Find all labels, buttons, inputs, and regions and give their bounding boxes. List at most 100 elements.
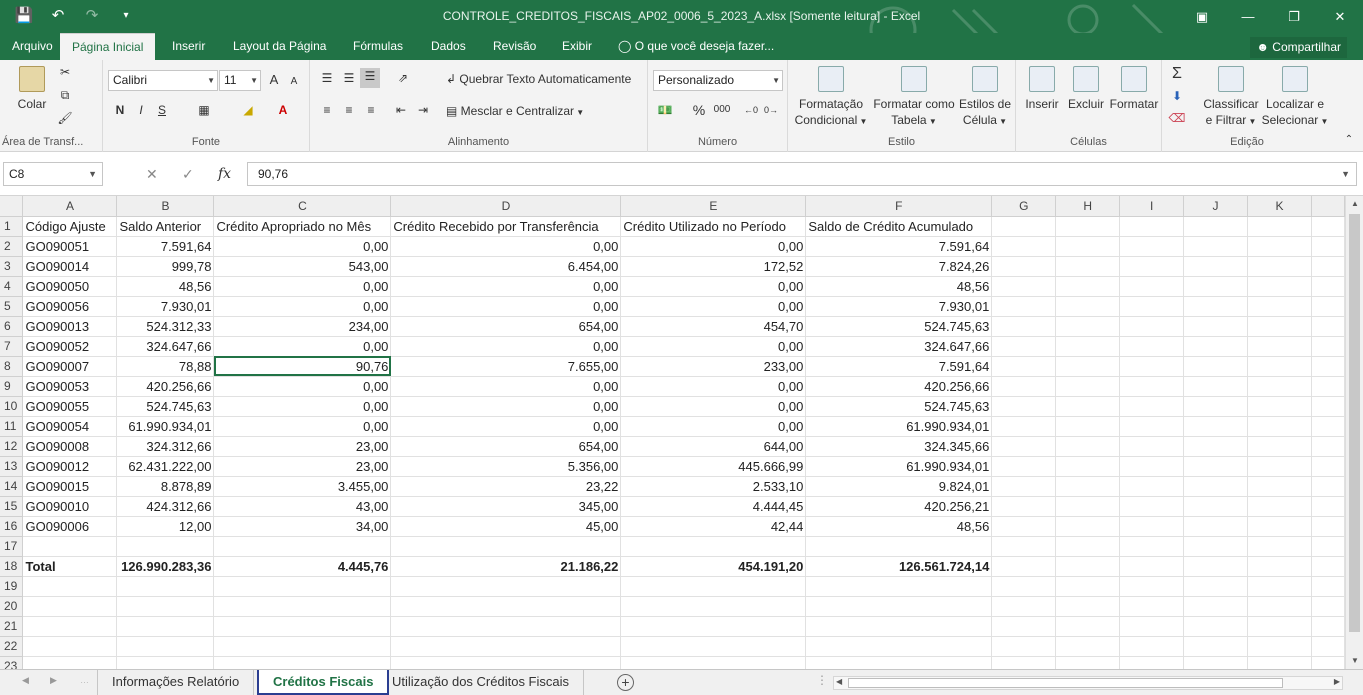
cell[interactable] bbox=[1119, 536, 1185, 557]
align-center-icon[interactable]: ≡ bbox=[340, 102, 358, 118]
next-sheet-icon[interactable]: ▶ bbox=[50, 675, 57, 686]
cell[interactable] bbox=[1247, 556, 1312, 577]
increase-decimal-icon[interactable]: ←0 bbox=[742, 102, 760, 118]
cell[interactable]: 4.445,76 bbox=[213, 556, 392, 577]
cell[interactable]: Saldo de Crédito Acumulado bbox=[805, 216, 993, 237]
cell[interactable] bbox=[22, 636, 118, 657]
decrease-decimal-icon[interactable]: 0→ bbox=[762, 102, 780, 118]
cell[interactable]: 0,00 bbox=[620, 236, 807, 257]
vertical-scrollbar[interactable]: ▲ ▼ bbox=[1345, 196, 1363, 669]
cell[interactable]: 644,00 bbox=[620, 436, 807, 457]
column-header[interactable]: A bbox=[22, 196, 118, 217]
cell[interactable]: 0,00 bbox=[390, 396, 622, 417]
cell[interactable] bbox=[991, 316, 1057, 337]
cell[interactable] bbox=[22, 656, 118, 669]
worksheet-grid[interactable]: A B C D E F G H I J K 1 Código Ajuste Sald… bbox=[0, 196, 1345, 669]
sheet-tab-informacoes[interactable]: Informações Relatório bbox=[97, 670, 255, 695]
cell[interactable]: Código Ajuste bbox=[22, 216, 118, 237]
cell[interactable]: 445.666,99 bbox=[620, 456, 807, 477]
cell[interactable]: 0,00 bbox=[390, 296, 622, 317]
cell[interactable] bbox=[1055, 536, 1121, 557]
cell[interactable]: 524.745,63 bbox=[116, 396, 215, 417]
cell[interactable] bbox=[991, 616, 1057, 637]
cell[interactable]: 7.655,00 bbox=[390, 356, 622, 377]
find-select-button[interactable]: Localizar e Selecionar ▼ bbox=[1260, 66, 1330, 130]
cell[interactable] bbox=[213, 536, 392, 557]
cell[interactable] bbox=[1183, 436, 1249, 457]
cell[interactable]: GO090007 bbox=[22, 356, 118, 377]
share-button[interactable]: ☻ Compartilhar bbox=[1250, 37, 1347, 58]
cell[interactable] bbox=[1247, 296, 1312, 317]
cell[interactable] bbox=[390, 636, 622, 657]
prev-sheet-icon[interactable]: ◀ bbox=[22, 675, 29, 686]
row-header[interactable]: 3 bbox=[0, 256, 24, 277]
row-header[interactable]: 10 bbox=[0, 396, 24, 417]
cell[interactable]: 0,00 bbox=[213, 396, 392, 417]
scroll-down-icon[interactable]: ▼ bbox=[1346, 653, 1363, 669]
cell[interactable]: 48,56 bbox=[805, 276, 993, 297]
row-header[interactable]: 2 bbox=[0, 236, 24, 257]
cell[interactable] bbox=[1055, 656, 1121, 669]
merge-center-button[interactable]: ▤ Mesclar e Centralizar ▼ bbox=[446, 104, 584, 118]
cell[interactable] bbox=[1311, 316, 1345, 337]
column-header[interactable]: J bbox=[1183, 196, 1249, 217]
font-color-icon[interactable]: A bbox=[274, 102, 292, 118]
cell[interactable] bbox=[1183, 216, 1249, 237]
cell[interactable] bbox=[1119, 276, 1185, 297]
cell[interactable]: 5.356,00 bbox=[390, 456, 622, 477]
cell[interactable] bbox=[1247, 336, 1312, 357]
cell[interactable]: 61.990.934,01 bbox=[805, 416, 993, 437]
cell[interactable] bbox=[1247, 256, 1312, 277]
select-all-corner[interactable] bbox=[0, 196, 24, 217]
bold-button[interactable]: N bbox=[111, 102, 129, 118]
row-header[interactable]: 12 bbox=[0, 436, 24, 457]
horizontal-scrollbar[interactable]: ◀ ▶ bbox=[833, 676, 1343, 690]
cell[interactable] bbox=[1247, 216, 1312, 237]
cell[interactable] bbox=[1247, 636, 1312, 657]
cell[interactable]: 654,00 bbox=[390, 316, 622, 337]
cell[interactable] bbox=[991, 436, 1057, 457]
delete-cells-button[interactable]: Excluir bbox=[1064, 66, 1108, 112]
cell[interactable] bbox=[1247, 516, 1312, 537]
cell[interactable] bbox=[1055, 376, 1121, 397]
cell[interactable]: 8.878,89 bbox=[116, 476, 215, 497]
cell[interactable]: 454,70 bbox=[620, 316, 807, 337]
row-header[interactable]: 1 bbox=[0, 216, 24, 237]
align-bottom-icon[interactable]: ☰ bbox=[360, 68, 380, 88]
cell[interactable]: 524.745,63 bbox=[805, 396, 993, 417]
cell[interactable] bbox=[1247, 376, 1312, 397]
scroll-left-icon[interactable]: ◀ bbox=[836, 677, 842, 686]
horizontal-scroll-thumb[interactable] bbox=[848, 678, 1283, 688]
format-as-table-button[interactable]: Formatar como Tabela ▼ bbox=[870, 66, 958, 130]
cell[interactable]: GO090054 bbox=[22, 416, 118, 437]
cell[interactable] bbox=[1183, 496, 1249, 517]
cell[interactable] bbox=[390, 616, 622, 637]
row-header[interactable]: 4 bbox=[0, 276, 24, 297]
cell[interactable] bbox=[213, 656, 392, 669]
cell[interactable] bbox=[1055, 576, 1121, 597]
cell[interactable]: 7.930,01 bbox=[116, 296, 215, 317]
row-header[interactable]: 15 bbox=[0, 496, 24, 517]
cell[interactable]: 21.186,22 bbox=[390, 556, 622, 577]
row-header[interactable]: 9 bbox=[0, 376, 24, 397]
cell[interactable]: 420.256,21 bbox=[805, 496, 993, 517]
align-top-icon[interactable]: ☰ bbox=[318, 70, 336, 86]
cell[interactable]: 524.745,63 bbox=[805, 316, 993, 337]
cell[interactable]: 0,00 bbox=[620, 396, 807, 417]
cell[interactable] bbox=[1247, 536, 1312, 557]
cell[interactable] bbox=[1119, 236, 1185, 257]
align-left-icon[interactable]: ≡ bbox=[318, 102, 336, 118]
cell[interactable] bbox=[1311, 336, 1345, 357]
collapse-ribbon-icon[interactable]: ⌃ bbox=[1340, 132, 1358, 148]
cell[interactable]: 0,00 bbox=[213, 376, 392, 397]
cell[interactable] bbox=[1311, 596, 1345, 617]
tab-page-layout[interactable]: Layout da Página bbox=[221, 33, 338, 60]
cell[interactable] bbox=[620, 636, 807, 657]
cell[interactable] bbox=[1055, 456, 1121, 477]
cell[interactable] bbox=[1311, 636, 1345, 657]
cell[interactable]: 34,00 bbox=[213, 516, 392, 537]
cell[interactable]: 48,56 bbox=[116, 276, 215, 297]
cell[interactable] bbox=[1119, 496, 1185, 517]
cell[interactable]: 9.824,01 bbox=[805, 476, 993, 497]
cell[interactable]: 61.990.934,01 bbox=[116, 416, 215, 437]
